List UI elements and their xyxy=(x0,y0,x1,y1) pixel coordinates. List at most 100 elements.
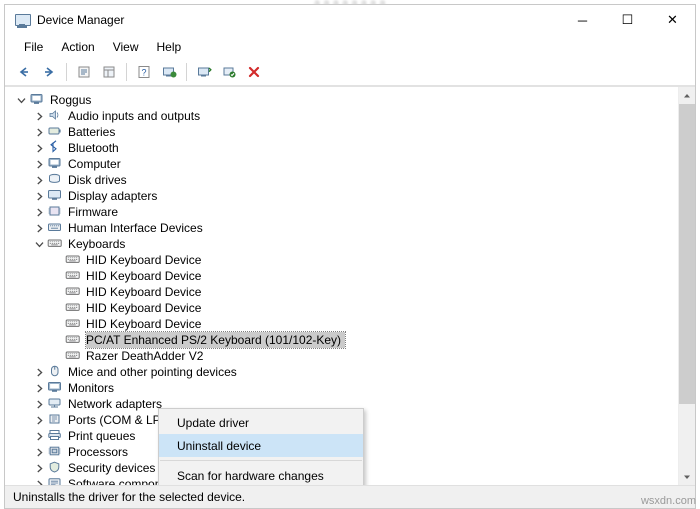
chevron-right-icon[interactable] xyxy=(31,156,47,172)
properties-icon[interactable] xyxy=(72,61,96,83)
close-button[interactable]: ✕ xyxy=(650,5,695,35)
menu-bar: File Action View Help xyxy=(5,36,695,59)
tree-node-label: Audio inputs and outputs xyxy=(68,109,201,123)
chevron-right-icon[interactable] xyxy=(31,108,47,124)
menu-item-file[interactable]: File xyxy=(15,38,52,56)
keyboard-icon xyxy=(65,284,83,300)
context-menu[interactable]: Update driver Uninstall device Scan for … xyxy=(158,408,364,485)
chevron-right-icon[interactable] xyxy=(31,220,47,236)
tree-indent-spacer xyxy=(49,268,65,284)
watermark: wsxdn.com xyxy=(640,495,696,507)
chevron-right-icon[interactable] xyxy=(31,124,47,140)
chevron-right-icon[interactable] xyxy=(31,380,47,396)
hid-icon xyxy=(47,220,65,236)
toolbar-separator-2 xyxy=(126,63,127,81)
enable-device-icon[interactable] xyxy=(217,61,241,83)
device-manager-icon xyxy=(14,12,31,28)
view-icon[interactable] xyxy=(97,61,121,83)
tree-node[interactable]: HID Keyboard Device xyxy=(5,300,678,316)
scroll-down-button[interactable] xyxy=(679,468,695,485)
firmware-icon xyxy=(47,204,65,220)
tree-node-label: HID Keyboard Device xyxy=(86,285,202,299)
network-icon xyxy=(47,396,65,412)
scan-hardware-icon[interactable] xyxy=(192,61,216,83)
chevron-down-icon[interactable] xyxy=(31,236,47,252)
tree-node[interactable]: HID Keyboard Device xyxy=(5,268,678,284)
chevron-right-icon[interactable] xyxy=(31,364,47,380)
chevron-right-icon[interactable] xyxy=(31,444,47,460)
minimize-button[interactable]: ─ xyxy=(560,5,605,35)
tree-node[interactable]: Disk drives xyxy=(5,172,678,188)
mouse-icon xyxy=(47,364,65,380)
status-bar: Uninstalls the driver for the selected d… xyxy=(5,485,695,508)
chevron-right-icon[interactable] xyxy=(31,172,47,188)
tree-node[interactable]: Keyboards xyxy=(5,236,678,252)
tree-node[interactable]: HID Keyboard Device xyxy=(5,316,678,332)
context-menu-separator xyxy=(160,460,362,461)
tree-node-label: Firmware xyxy=(68,205,118,219)
chevron-right-icon[interactable] xyxy=(31,204,47,220)
tree-node[interactable]: PC/AT Enhanced PS/2 Keyboard (101/102-Ke… xyxy=(5,331,678,349)
tree-node[interactable]: Display adapters xyxy=(5,188,678,204)
tree-node[interactable]: Audio inputs and outputs xyxy=(5,108,678,124)
tree-node-label: HID Keyboard Device xyxy=(86,253,202,267)
uninstall-device-icon[interactable] xyxy=(242,61,266,83)
computer-icon xyxy=(47,156,65,172)
help-icon[interactable]: ? xyxy=(132,61,156,83)
scrollbar-track[interactable] xyxy=(679,404,695,468)
chevron-right-icon[interactable] xyxy=(31,476,47,485)
menu-item-help[interactable]: Help xyxy=(148,38,191,56)
tree-node-label: Security devices xyxy=(68,461,156,475)
window-title: Device Manager xyxy=(37,13,125,27)
toolbar-separator xyxy=(66,63,67,81)
tree-node[interactable]: Computer xyxy=(5,156,678,172)
tree-node[interactable]: Batteries xyxy=(5,124,678,140)
tree-node-label: Bluetooth xyxy=(68,141,119,155)
back-arrow-icon[interactable] xyxy=(12,61,36,83)
tree-node[interactable]: Mice and other pointing devices xyxy=(5,364,678,380)
tree-root-node[interactable]: Roggus xyxy=(5,92,678,108)
tree-node-label: PC/AT Enhanced PS/2 Keyboard (101/102-Ke… xyxy=(84,331,347,349)
menu-item-view[interactable]: View xyxy=(104,38,148,56)
tree-node-label: Keyboards xyxy=(68,237,126,251)
scroll-up-button[interactable] xyxy=(679,87,695,104)
chevron-right-icon[interactable] xyxy=(31,428,47,444)
chevron-right-icon[interactable] xyxy=(31,188,47,204)
tree-indent-spacer xyxy=(49,300,65,316)
context-menu-item-scan-for-hardware-changes[interactable]: Scan for hardware changes xyxy=(159,464,363,485)
tree-node[interactable]: Monitors xyxy=(5,380,678,396)
tree-node[interactable]: Firmware xyxy=(5,204,678,220)
tree-node-label: Razer DeathAdder V2 xyxy=(86,349,204,363)
chevron-right-icon[interactable] xyxy=(31,460,47,476)
tree-node[interactable]: Bluetooth xyxy=(5,140,678,156)
menu-item-action[interactable]: Action xyxy=(52,38,103,56)
context-menu-item-update-driver[interactable]: Update driver xyxy=(159,411,363,434)
tree-indent-spacer xyxy=(49,252,65,268)
chevron-right-icon[interactable] xyxy=(31,412,47,428)
chevron-right-icon[interactable] xyxy=(31,140,47,156)
window-controls: ─ ☐ ✕ xyxy=(560,5,695,35)
device-manager-window: Device Manager ─ ☐ ✕ File Action View He… xyxy=(4,4,696,509)
printer-icon xyxy=(47,428,65,444)
forward-arrow-icon[interactable] xyxy=(37,61,61,83)
chevron-right-icon[interactable] xyxy=(31,396,47,412)
monitor-icon xyxy=(47,380,65,396)
keyboard-icon xyxy=(65,268,83,284)
tree-node[interactable]: HID Keyboard Device xyxy=(5,252,678,268)
tree-node[interactable]: HID Keyboard Device xyxy=(5,284,678,300)
port-icon xyxy=(47,412,65,428)
chevron-down-icon[interactable] xyxy=(13,92,29,108)
tree-node[interactable]: Razer DeathAdder V2 xyxy=(5,348,678,364)
tree-indent-spacer xyxy=(49,332,65,348)
context-menu-item-uninstall-device[interactable]: Uninstall device xyxy=(159,434,363,457)
update-driver-icon[interactable] xyxy=(157,61,181,83)
vertical-scrollbar[interactable] xyxy=(678,87,695,485)
tree-node-label: Mice and other pointing devices xyxy=(68,365,237,379)
toolbar: ? xyxy=(5,59,695,86)
tree-node-label: HID Keyboard Device xyxy=(86,301,202,315)
audio-icon xyxy=(47,108,65,124)
scrollbar-thumb[interactable] xyxy=(679,104,695,404)
tree-node[interactable]: Human Interface Devices xyxy=(5,220,678,236)
maximize-button[interactable]: ☐ xyxy=(605,5,650,35)
title-bar: Device Manager ─ ☐ ✕ xyxy=(5,5,695,36)
